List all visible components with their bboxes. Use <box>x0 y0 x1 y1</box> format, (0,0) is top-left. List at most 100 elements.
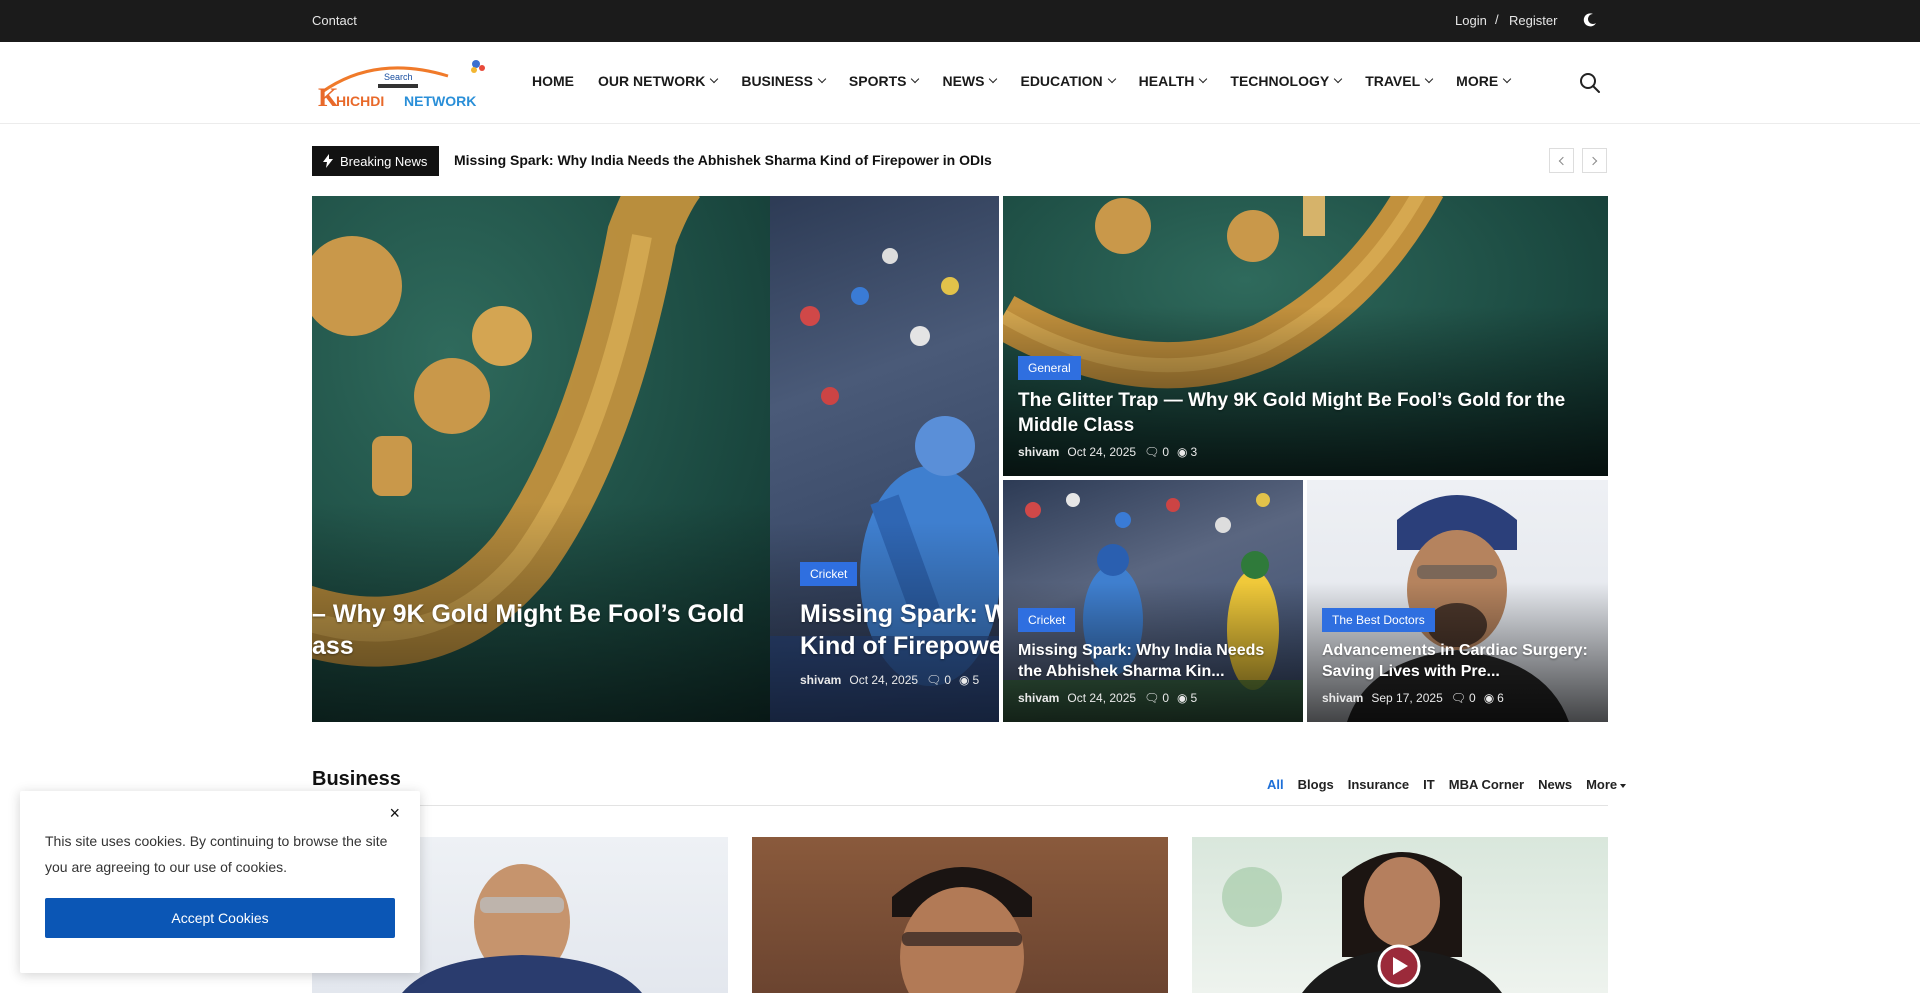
dark-mode-moon-icon[interactable] <box>1582 12 1598 28</box>
post-meta: shivam Oct 24, 2025 🗨 0 ◉ 5 <box>800 673 979 687</box>
chevron-left-icon <box>1558 156 1568 165</box>
main-navigation: HOME OUR NETWORK BUSINESS SPORTS NEWS ED… <box>532 73 1534 89</box>
tab-all[interactable]: All <box>1267 777 1284 792</box>
hero-slide-cricket[interactable]: Cricket Missing Spark: W Kind of Firepow… <box>770 196 999 722</box>
nav-label: HOME <box>532 73 574 89</box>
post-meta: shivam Oct 24, 2025 🗨 0 ◉ 3 <box>1018 445 1197 459</box>
woman-presenter-image <box>1222 852 1502 993</box>
comment-icon: 🗨 <box>1144 691 1160 705</box>
nav-education[interactable]: EDUCATION <box>1020 73 1116 89</box>
close-icon[interactable]: × <box>389 803 400 824</box>
view-count: ◉ 5 <box>959 673 979 687</box>
featured-right-title[interactable]: Advancements in Cardiac Surgery: Saving … <box>1322 640 1602 682</box>
category-badge[interactable]: General <box>1018 356 1081 380</box>
chevron-down-icon <box>911 74 920 84</box>
post-date: Oct 24, 2025 <box>849 673 919 687</box>
register-link[interactable]: Register <box>1509 13 1557 28</box>
category-badge[interactable]: Cricket <box>800 562 858 586</box>
hero-slide-cricket-title[interactable]: Missing Spark: W Kind of Firepower <box>800 598 999 662</box>
featured-left-title[interactable]: Missing Spark: Why India Needs the Abhis… <box>1018 640 1288 682</box>
svg-text:HICHDI: HICHDI <box>336 93 384 109</box>
chevron-down-icon <box>1502 74 1512 84</box>
post-date: Oct 24, 2025 <box>1067 691 1137 705</box>
comment-count: 🗨 0 <box>1144 445 1169 459</box>
author-name[interactable]: shivam <box>1322 691 1363 705</box>
contact-link[interactable]: Contact <box>312 13 357 28</box>
comment-icon: 🗨 <box>1144 445 1160 459</box>
caret-down-icon <box>1620 783 1627 788</box>
chevron-down-icon <box>710 74 719 84</box>
view-count: ◉ 5 <box>1177 691 1197 705</box>
tab-insurance[interactable]: Insurance <box>1348 777 1409 792</box>
comment-count-value: 0 <box>1162 691 1169 705</box>
ticker-prev-button[interactable] <box>1549 148 1574 173</box>
lightning-bolt-icon <box>323 154 333 168</box>
ticker-next-button[interactable] <box>1582 148 1607 173</box>
main-header: Search K HICHDI NETWORK HOME OUR NETWORK… <box>0 42 1920 124</box>
nav-sports[interactable]: SPORTS <box>848 73 920 89</box>
tab-blogs[interactable]: Blogs <box>1298 777 1334 792</box>
comment-icon: 🗨 <box>1450 691 1466 705</box>
nav-label: SPORTS <box>848 73 907 89</box>
tab-mba-corner[interactable]: MBA Corner <box>1449 777 1524 792</box>
featured-main-title[interactable]: The Glitter Trap — Why 9K Gold Might Be … <box>1018 388 1578 438</box>
view-count-value: 3 <box>1190 445 1198 459</box>
nav-travel[interactable]: TRAVEL <box>1365 73 1434 89</box>
business-card-3[interactable] <box>1192 837 1608 993</box>
svg-text:NETWORK: NETWORK <box>404 93 476 109</box>
tab-it[interactable]: IT <box>1423 777 1435 792</box>
category-badge[interactable]: Cricket <box>1018 608 1076 632</box>
comment-count: 🗨 0 <box>1451 691 1476 705</box>
category-badge[interactable]: The Best Doctors <box>1322 608 1435 632</box>
view-count-value: 5 <box>972 673 980 687</box>
nav-technology[interactable]: TECHNOLOGY <box>1230 73 1343 89</box>
svg-text:Search: Search <box>384 72 413 82</box>
chevron-down-icon <box>1424 74 1434 84</box>
view-count: ◉ 3 <box>1177 445 1197 459</box>
tab-news[interactable]: News <box>1538 777 1572 792</box>
login-register-separator: / <box>1495 12 1499 27</box>
site-logo[interactable]: Search K HICHDI NETWORK <box>316 56 488 112</box>
section-title-business: Business <box>312 768 401 790</box>
nav-our-network[interactable]: OUR NETWORK <box>598 73 719 89</box>
comment-icon: 🗨 <box>926 673 942 687</box>
breaking-news-label: Breaking News <box>312 146 439 176</box>
section-divider <box>312 805 1608 806</box>
eye-icon: ◉ <box>1177 691 1188 705</box>
hero-slide-gold[interactable]: – Why 9K Gold Might Be Fool’s Gold ass <box>312 196 770 722</box>
business-card-2[interactable] <box>752 837 1168 993</box>
tab-more[interactable]: More <box>1586 777 1627 792</box>
featured-right-post[interactable]: The Best Doctors Advancements in Cardiac… <box>1307 480 1608 722</box>
business-tabs: All Blogs Insurance IT MBA Corner News M… <box>1267 777 1627 792</box>
post-meta: shivam Sep 17, 2025 🗨 0 ◉ 6 <box>1322 691 1504 705</box>
eye-icon: ◉ <box>959 673 970 687</box>
login-link[interactable]: Login <box>1455 13 1487 28</box>
accept-cookies-button[interactable]: Accept Cookies <box>45 898 395 938</box>
author-name[interactable]: shivam <box>1018 691 1059 705</box>
eye-icon: ◉ <box>1483 691 1495 705</box>
comment-count: 🗨 0 <box>1144 691 1169 705</box>
post-date: Sep 17, 2025 <box>1371 691 1443 705</box>
nav-more[interactable]: MORE <box>1456 73 1512 89</box>
breaking-news-headline[interactable]: Missing Spark: Why India Needs the Abhis… <box>454 152 992 168</box>
featured-main-post[interactable]: General The Glitter Trap — Why 9K Gold M… <box>1003 196 1608 476</box>
featured-left-post[interactable]: Cricket Missing Spark: Why India Needs t… <box>1003 480 1303 722</box>
author-name[interactable]: shivam <box>800 673 841 687</box>
chevron-down-icon <box>1107 74 1116 84</box>
nav-home[interactable]: HOME <box>532 73 574 89</box>
comment-count-value: 0 <box>1469 691 1476 705</box>
chevron-down-icon <box>989 74 998 84</box>
author-name[interactable]: shivam <box>1018 445 1059 459</box>
post-date: Oct 24, 2025 <box>1067 445 1137 459</box>
nav-business[interactable]: BUSINESS <box>741 73 827 89</box>
nav-label: MORE <box>1456 73 1499 89</box>
breaking-news-text: Breaking News <box>340 153 428 169</box>
hero-slide-gold-title[interactable]: – Why 9K Gold Might Be Fool’s Gold ass <box>312 598 770 662</box>
chevron-down-icon <box>1333 74 1343 84</box>
search-icon[interactable] <box>1579 72 1601 94</box>
nav-news[interactable]: NEWS <box>942 73 998 89</box>
nav-label: OUR NETWORK <box>598 73 706 89</box>
title-line: – Why 9K Gold Might Be Fool’s Gold <box>312 600 745 628</box>
title-line: Missing Spark: W <box>800 600 999 628</box>
nav-health[interactable]: HEALTH <box>1139 73 1208 89</box>
